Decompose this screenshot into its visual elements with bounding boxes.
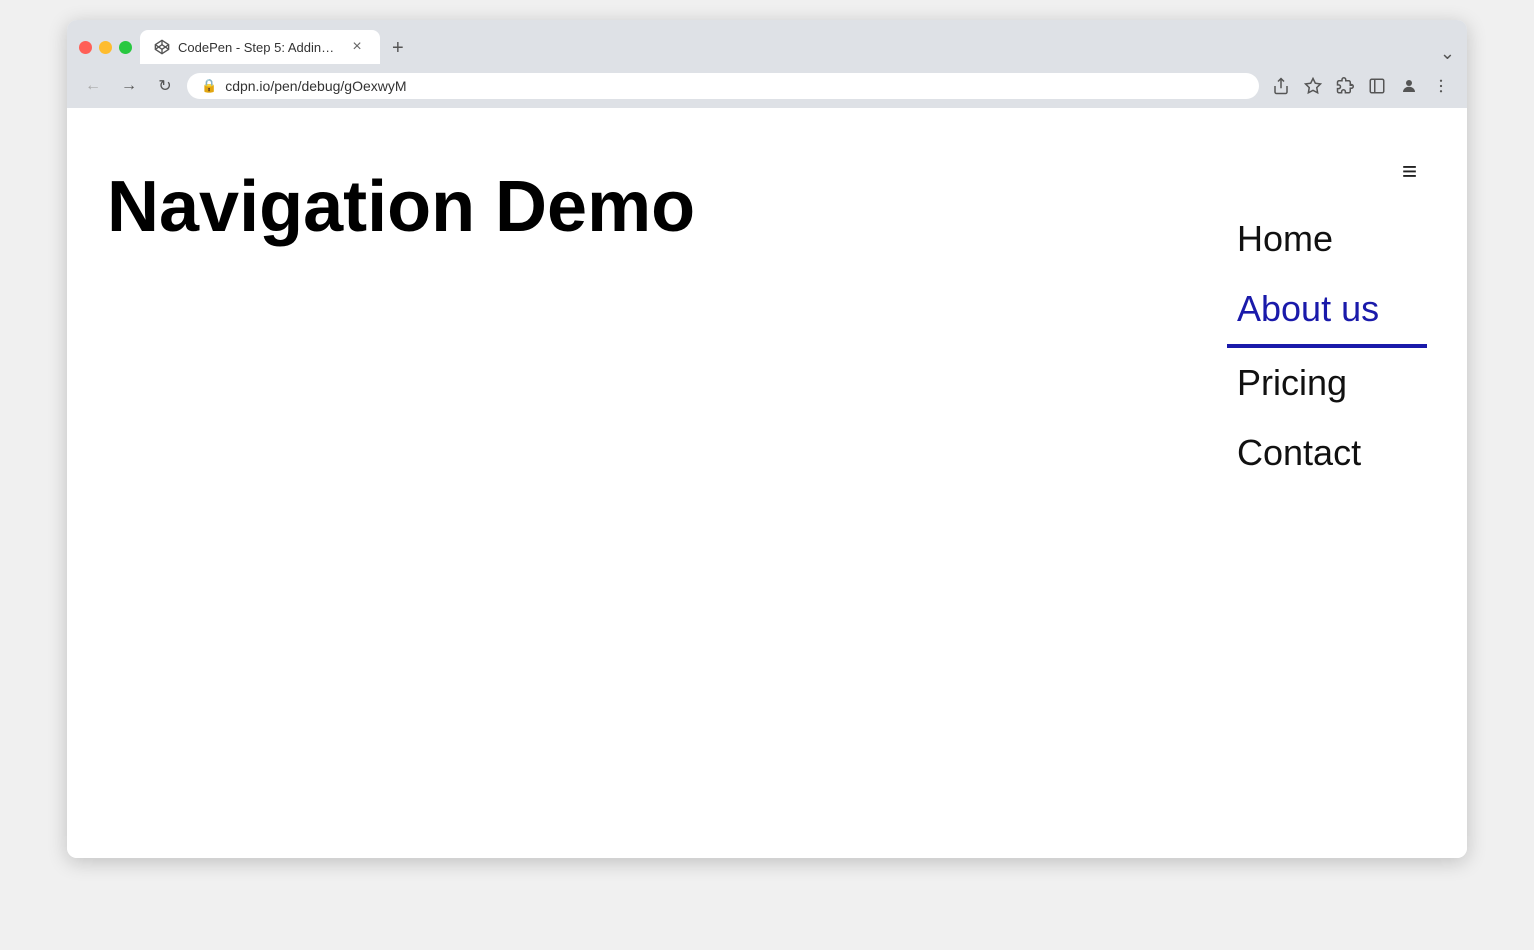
traffic-lights	[79, 41, 132, 54]
share-icon	[1272, 77, 1290, 95]
url-text: cdpn.io/pen/debug/gOexwyM	[225, 78, 1245, 94]
page-content: Navigation Demo ≡ Home About us Pricing …	[67, 108, 1467, 858]
nav-link-pricing[interactable]: Pricing	[1227, 348, 1427, 418]
title-bar: CodePen - Step 5: Adding a bu × + ⌄	[67, 20, 1467, 64]
tab-right-controls: ⌄	[1440, 43, 1455, 64]
profile-button[interactable]	[1395, 72, 1423, 100]
share-button[interactable]	[1267, 72, 1295, 100]
page-main: Navigation Demo	[107, 148, 1207, 818]
hamburger-button[interactable]: ≡	[1402, 158, 1417, 184]
extensions-button[interactable]	[1331, 72, 1359, 100]
more-button[interactable]	[1427, 72, 1455, 100]
sidebar-button[interactable]	[1363, 72, 1391, 100]
close-button[interactable]	[79, 41, 92, 54]
nav-links: Home About us Pricing Contact	[1227, 204, 1427, 488]
sidebar-icon	[1368, 77, 1386, 95]
more-icon	[1432, 77, 1450, 95]
lock-icon: 🔒	[201, 78, 217, 94]
forward-icon: →	[121, 77, 137, 95]
back-button[interactable]: ←	[79, 72, 107, 100]
collapse-tabs-button[interactable]: ⌄	[1440, 43, 1455, 64]
tab-bar: CodePen - Step 5: Adding a bu × + ⌄	[140, 30, 1455, 64]
tab-close-button[interactable]: ×	[348, 38, 366, 56]
new-tab-button[interactable]: +	[384, 33, 412, 64]
forward-button[interactable]: →	[115, 72, 143, 100]
address-actions	[1267, 72, 1455, 100]
reload-button[interactable]: ↻	[151, 72, 179, 100]
star-icon	[1304, 77, 1322, 95]
browser-chrome: CodePen - Step 5: Adding a bu × + ⌄ ← → …	[67, 20, 1467, 108]
reload-icon: ↻	[158, 76, 171, 96]
active-tab[interactable]: CodePen - Step 5: Adding a bu ×	[140, 30, 380, 64]
maximize-button[interactable]	[119, 41, 132, 54]
nav-link-home[interactable]: Home	[1227, 204, 1427, 274]
back-icon: ←	[85, 77, 101, 95]
nav-link-contact[interactable]: Contact	[1227, 418, 1427, 488]
nav-link-about[interactable]: About us	[1227, 274, 1427, 348]
address-bar[interactable]: 🔒 cdpn.io/pen/debug/gOexwyM	[187, 73, 1259, 99]
bookmark-button[interactable]	[1299, 72, 1327, 100]
navigation-panel: ≡ Home About us Pricing Contact	[1207, 148, 1427, 818]
profile-icon	[1400, 77, 1418, 95]
codepen-icon	[154, 39, 170, 55]
minimize-button[interactable]	[99, 41, 112, 54]
extensions-icon	[1336, 77, 1354, 95]
browser-window: CodePen - Step 5: Adding a bu × + ⌄ ← → …	[67, 20, 1467, 858]
page-heading: Navigation Demo	[107, 168, 1207, 247]
address-bar-row: ← → ↻ 🔒 cdpn.io/pen/debug/gOexwyM	[67, 64, 1467, 108]
tab-title: CodePen - Step 5: Adding a bu	[178, 40, 340, 55]
